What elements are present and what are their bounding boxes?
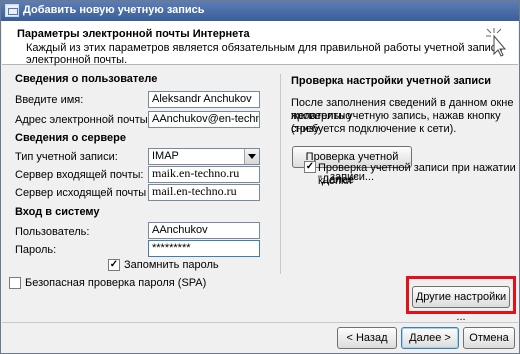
auto-test-label-2: "Далее": [318, 174, 359, 186]
outgoing-server-input[interactable]: mail.en-techno.ru: [148, 184, 260, 201]
incoming-server-input[interactable]: maik.en-techno.ru: [148, 166, 260, 183]
name-label: Введите имя:: [15, 94, 84, 106]
cancel-button[interactable]: Отмена: [463, 327, 515, 349]
remember-password-checkbox[interactable]: ✓: [108, 259, 120, 271]
spa-label: Безопасная проверка пароля (SPA): [25, 277, 207, 289]
back-button[interactable]: < Назад: [337, 327, 397, 349]
incoming-server-label: Сервер входящей почты:: [15, 169, 144, 181]
window-title: Добавить новую учетную запись: [23, 4, 205, 16]
spa-checkbox[interactable]: [9, 277, 21, 289]
user-info-heading: Сведения о пользователе: [15, 73, 158, 85]
test-description-3: (требуется подключение к сети).: [291, 123, 457, 135]
account-type-value: IMAP: [152, 150, 179, 162]
username-label: Пользователь:: [15, 226, 90, 238]
cursor-click-icon: [486, 28, 507, 57]
footer-separator: [2, 322, 518, 323]
mail-app-icon: [5, 4, 19, 17]
password-label: Пароль:: [15, 244, 57, 256]
highlight-box: [406, 276, 516, 314]
account-type-label: Тип учетной записи:: [15, 151, 118, 163]
password-input[interactable]: *********: [148, 240, 260, 257]
username-input[interactable]: AAnchukov: [148, 222, 260, 239]
dialog-header: Параметры электронной почты Интернета Ка…: [2, 21, 518, 66]
account-type-select[interactable]: IMAP: [148, 148, 260, 165]
header-title: Параметры электронной почты Интернета: [17, 28, 250, 40]
header-subtitle: Каждый из этих параметров является обяза…: [26, 42, 503, 66]
remember-password-label: Запомнить пароль: [124, 259, 219, 271]
logon-heading: Вход в систему: [15, 206, 100, 218]
chevron-down-icon[interactable]: [244, 149, 259, 164]
server-info-heading: Сведения о сервере: [15, 132, 126, 144]
auto-test-checkbox[interactable]: ✓: [304, 161, 316, 173]
add-account-dialog: Добавить новую учетную запись Параметры …: [0, 0, 520, 354]
test-heading: Проверка настройки учетной записи: [291, 75, 492, 87]
email-input[interactable]: AAnchukov@en-techno.ru: [148, 111, 260, 128]
next-button[interactable]: Далее >: [401, 327, 459, 349]
email-label: Адрес электронной почты:: [15, 114, 151, 126]
column-divider: [280, 74, 281, 274]
name-input[interactable]: Aleksandr Anchukov: [148, 91, 260, 108]
title-bar: Добавить новую учетную запись: [1, 1, 519, 21]
